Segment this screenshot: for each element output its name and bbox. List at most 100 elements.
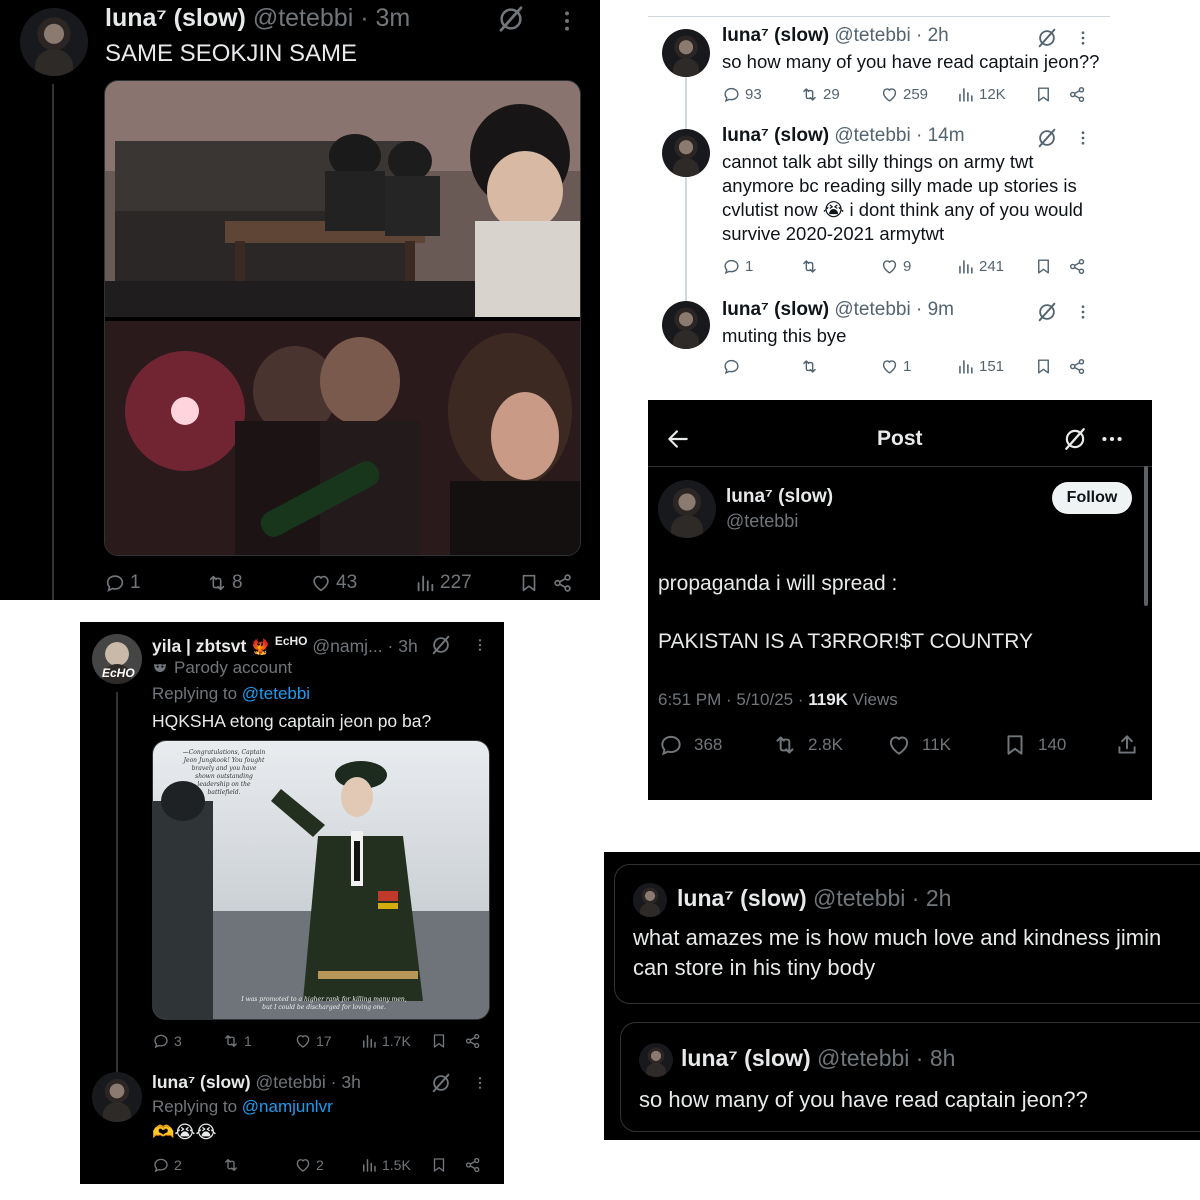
author-handle[interactable]: @tetebbi: [813, 885, 905, 911]
author-handle[interactable]: @tetebbi: [255, 1072, 325, 1092]
author-handle[interactable]: @tetebbi: [726, 511, 798, 532]
like-button[interactable]: 9: [880, 257, 911, 276]
avatar[interactable]: [662, 301, 710, 349]
grok-icon[interactable]: [1036, 27, 1058, 49]
author-name[interactable]: luna⁷ (slow): [681, 1045, 811, 1071]
tweet-card[interactable]: luna⁷ (slow) @tetebbi · 8h so how many o…: [620, 1022, 1200, 1132]
more-options-icon[interactable]: [1074, 127, 1092, 149]
grok-icon[interactable]: [430, 1072, 452, 1094]
timestamp[interactable]: · 2h: [912, 885, 952, 911]
upload-share-icon[interactable]: [1114, 732, 1140, 758]
like-button[interactable]: 43: [310, 572, 357, 594]
bookmark-icon[interactable]: [1034, 85, 1053, 104]
author-name[interactable]: luna⁷ (slow): [152, 1072, 251, 1092]
author-name[interactable]: luna⁷ (slow): [726, 486, 833, 508]
follow-button[interactable]: Follow: [1052, 482, 1132, 514]
bookmark-icon[interactable]: [430, 1156, 448, 1174]
repost-button[interactable]: [800, 357, 823, 376]
author-handle[interactable]: @tetebbi: [834, 125, 910, 146]
reply-button[interactable]: 1: [722, 257, 753, 276]
reply-button[interactable]: 2: [152, 1156, 182, 1174]
grok-icon[interactable]: [496, 4, 526, 34]
share-icon[interactable]: [552, 572, 574, 594]
more-options-icon[interactable]: [472, 634, 488, 656]
more-options-icon[interactable]: [1074, 301, 1092, 323]
post-text-line: PAKISTAN IS A T3RROR!$T COUNTRY: [658, 630, 1033, 653]
like-button[interactable]: 17: [294, 1032, 332, 1050]
reply-button[interactable]: 93: [722, 85, 762, 104]
avatar[interactable]: [662, 129, 710, 177]
views-button[interactable]: 1.5K: [360, 1156, 411, 1174]
bookmark-icon[interactable]: [518, 572, 540, 594]
author-handle[interactable]: @tetebbi: [817, 1045, 909, 1071]
more-options-icon[interactable]: [554, 6, 580, 36]
avatar[interactable]: [92, 1072, 142, 1122]
like-button[interactable]: 2: [294, 1156, 324, 1174]
share-icon[interactable]: [1068, 85, 1087, 104]
more-options-icon[interactable]: [472, 1072, 488, 1094]
repost-button[interactable]: [222, 1156, 244, 1174]
bookmark-icon[interactable]: [430, 1032, 448, 1050]
grok-icon[interactable]: [430, 634, 452, 656]
author-name[interactable]: luna⁷ (slow): [722, 125, 829, 146]
timestamp[interactable]: · 3h: [388, 636, 418, 656]
like-button[interactable]: 11K: [886, 732, 951, 758]
author-handle[interactable]: @tetebbi: [834, 25, 910, 46]
tweet-media[interactable]: [104, 80, 581, 556]
timestamp[interactable]: · 3h: [331, 1072, 361, 1092]
reply-button[interactable]: [722, 357, 745, 376]
timestamp[interactable]: · 9m: [916, 299, 954, 320]
back-arrow-icon[interactable]: [664, 426, 692, 452]
tweet-media[interactable]: —Congratulations, Captain Jeon Jungkook!…: [152, 740, 490, 1020]
replying-to-link[interactable]: @tetebbi: [242, 684, 310, 703]
bookmark-button[interactable]: 140: [1002, 732, 1066, 758]
views-button[interactable]: 12K: [956, 85, 1006, 104]
author-name[interactable]: luna⁷ (slow): [105, 4, 246, 32]
avatar[interactable]: [20, 8, 88, 76]
like-button[interactable]: 1: [880, 357, 911, 376]
timestamp[interactable]: · 3m: [360, 4, 410, 32]
avatar[interactable]: [633, 883, 667, 917]
author-name[interactable]: luna⁷ (slow): [722, 299, 829, 320]
share-icon[interactable]: [1068, 357, 1087, 376]
timestamp[interactable]: · 8h: [916, 1045, 956, 1071]
reply-button[interactable]: 1: [104, 572, 141, 594]
reply-button[interactable]: 368: [658, 732, 722, 758]
grok-icon[interactable]: [1036, 127, 1058, 149]
reply-button[interactable]: 3: [152, 1032, 182, 1050]
bookmark-icon[interactable]: [1034, 357, 1053, 376]
grok-icon[interactable]: [1036, 301, 1058, 323]
bookmark-icon[interactable]: [1034, 257, 1053, 276]
more-options-icon[interactable]: [1074, 27, 1092, 49]
avatar[interactable]: [639, 1043, 673, 1077]
author-handle[interactable]: @tetebbi: [834, 299, 910, 320]
repost-button[interactable]: 2.8K: [772, 732, 843, 758]
author-name[interactable]: luna⁷ (slow): [722, 25, 829, 46]
author-handle[interactable]: @namj...: [312, 636, 382, 656]
share-icon[interactable]: [464, 1032, 482, 1050]
timestamp[interactable]: · 14m: [916, 125, 965, 146]
repost-button[interactable]: [800, 257, 823, 276]
views-button[interactable]: 151: [956, 357, 1004, 376]
views-button[interactable]: 227: [414, 572, 472, 594]
author-name[interactable]: yila | zbtsvt: [152, 636, 246, 656]
more-options-icon[interactable]: [1098, 426, 1126, 452]
author-handle[interactable]: @tetebbi: [253, 4, 353, 32]
scrollbar[interactable]: [1144, 466, 1148, 606]
post-timestamp[interactable]: 6:51 PM · 5/10/25 ·: [658, 690, 808, 709]
views-button[interactable]: 241: [956, 257, 1004, 276]
replying-to-link[interactable]: @namjunlvr: [242, 1097, 333, 1116]
repost-button[interactable]: 29: [800, 85, 840, 104]
share-icon[interactable]: [464, 1156, 482, 1174]
avatar[interactable]: [662, 29, 710, 77]
like-button[interactable]: 259: [880, 85, 928, 104]
views-button[interactable]: 1.7K: [360, 1032, 411, 1050]
avatar[interactable]: [658, 480, 716, 538]
share-icon[interactable]: [1068, 257, 1087, 276]
tweet-card[interactable]: luna⁷ (slow) @tetebbi · 2h what amazes m…: [614, 864, 1200, 1004]
author-name[interactable]: luna⁷ (slow): [677, 885, 807, 911]
repost-button[interactable]: 1: [222, 1032, 252, 1050]
timestamp[interactable]: · 2h: [916, 25, 949, 46]
grok-icon[interactable]: [1062, 426, 1088, 452]
repost-button[interactable]: 8: [206, 572, 243, 594]
